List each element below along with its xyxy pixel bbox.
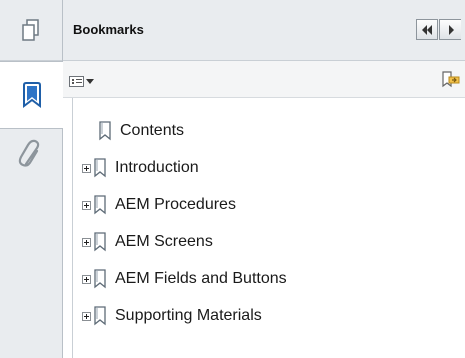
bookmark-item-aem-fields-and-buttons[interactable]: AEM Fields and Buttons	[82, 266, 287, 292]
bookmark-icon	[22, 82, 41, 108]
bookmark-label: AEM Fields and Buttons	[115, 270, 287, 287]
expand-panel-button[interactable]	[439, 19, 461, 40]
bookmark-item-introduction[interactable]: Introduction	[82, 155, 199, 181]
chevron-right-icon	[448, 24, 454, 35]
chevron-down-icon	[86, 78, 94, 84]
bookmark-label: AEM Screens	[115, 233, 213, 250]
paperclip-icon	[18, 139, 40, 167]
panel-header: Bookmarks	[63, 0, 465, 61]
bookmarks-toolbar	[63, 61, 465, 98]
bookmark-label: Supporting Materials	[115, 307, 262, 324]
bookmark-icon	[94, 158, 106, 178]
bookmark-label: Contents	[120, 122, 185, 139]
bookmark-tree: Contents Introduction AEM Procedures AEM…	[72, 98, 453, 358]
new-bookmark-button[interactable]	[439, 69, 461, 91]
bookmark-icon	[94, 269, 106, 289]
panel-title: Bookmarks	[73, 22, 144, 37]
double-chevron-left-icon	[422, 24, 432, 35]
expand-toggle[interactable]	[82, 163, 91, 173]
bookmark-icon	[99, 121, 111, 141]
bookmark-item-supporting-materials[interactable]: Supporting Materials	[82, 303, 262, 329]
bookmarks-tab-button[interactable]	[0, 61, 63, 129]
options-menu-icon	[69, 75, 84, 87]
new-bookmark-icon	[442, 71, 460, 88]
bookmark-item-aem-procedures[interactable]: AEM Procedures	[82, 192, 236, 218]
bookmark-item-aem-screens[interactable]: AEM Screens	[82, 229, 213, 255]
bookmark-icon	[94, 232, 106, 252]
expand-toggle[interactable]	[82, 274, 91, 284]
bookmark-label: AEM Procedures	[115, 196, 236, 213]
collapse-panel-button[interactable]	[416, 19, 438, 40]
bookmark-item-contents[interactable]: Contents	[97, 118, 184, 144]
navigation-rail	[0, 0, 63, 358]
expand-toggle[interactable]	[82, 237, 91, 247]
page-thumbnails-icon	[22, 19, 39, 41]
options-menu-button[interactable]	[69, 74, 94, 88]
page-thumbnails-button[interactable]	[0, 0, 62, 61]
expand-toggle[interactable]	[82, 200, 91, 210]
attachments-button[interactable]	[0, 129, 62, 181]
bookmark-label: Introduction	[115, 159, 199, 176]
bookmark-icon	[94, 306, 106, 326]
bookmark-icon	[94, 195, 106, 215]
expand-toggle[interactable]	[82, 311, 91, 321]
